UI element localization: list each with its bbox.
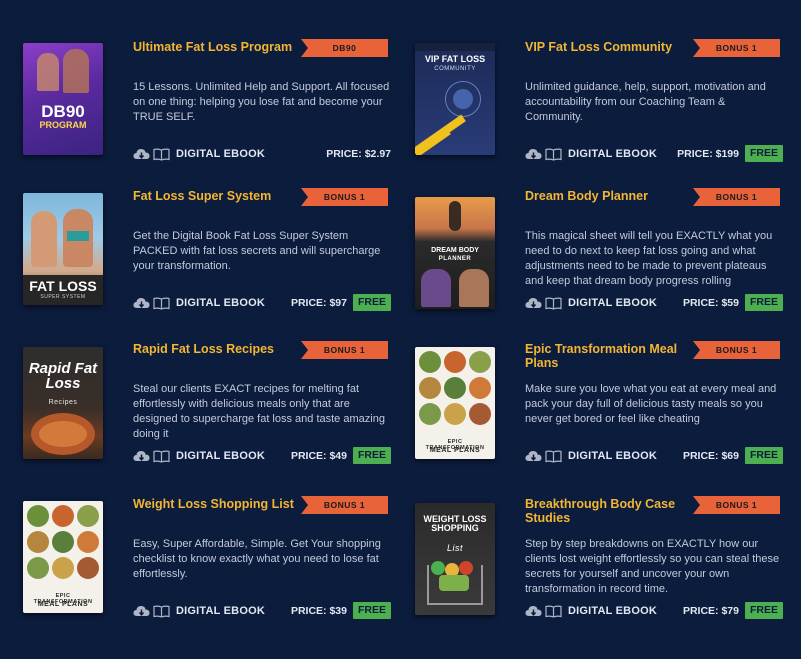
digital-ebook-label: DIGITAL EBOOK (568, 297, 657, 309)
product-description: Steal our clients EXACT recipes for melt… (133, 383, 385, 440)
tag-ribbon: BONUS 1 (301, 341, 388, 359)
book-icon (545, 450, 562, 463)
price-label: PRICE: $59 (682, 297, 739, 309)
digital-ebook-label: DIGITAL EBOOK (568, 450, 657, 462)
product-card[interactable]: EPIC TRANSFORMATION MEAL PLANS Epic Tran… (415, 341, 785, 477)
product-description: Make sure you love what you eat at every… (525, 383, 777, 425)
product-title[interactable]: Breakthrough Body Case Studies (525, 497, 693, 525)
digital-ebook-label: DIGITAL EBOOK (176, 297, 265, 309)
cover-title: WEIGHT LOSS SHOPPING (423, 514, 487, 533)
cloud-download-icon[interactable] (525, 605, 542, 618)
product-description: Get the Digital Book Fat Loss Super Syst… (133, 230, 381, 272)
product-description: Easy, Super Affordable, Simple. Get Your… (133, 538, 381, 580)
price-label: PRICE: $97 (290, 297, 347, 309)
tag-ribbon: DB90 (301, 39, 388, 57)
digital-ebook-label: DIGITAL EBOOK (568, 605, 657, 617)
ebook-cover-image[interactable]: EPIC TRANSFORMATION MEAL PLANS (23, 501, 103, 613)
cloud-download-icon[interactable] (133, 148, 150, 161)
free-badge: FREE (745, 602, 783, 619)
product-title[interactable]: Epic Transformation Meal Plans (525, 342, 693, 370)
product-card[interactable]: FAT LOSS SUPER SYSTEM Fat Loss Super Sys… (23, 188, 393, 324)
digital-ebook-label: DIGITAL EBOOK (176, 450, 265, 462)
book-icon (153, 148, 170, 161)
ebook-cover-image[interactable]: Rapid Fat Loss Recipes (23, 347, 103, 459)
cover-subtitle: SUPER SYSTEM (40, 294, 86, 300)
price-label: PRICE: $79 (682, 605, 739, 617)
product-card[interactable]: DB90 PROGRAM Ultimate Fat Loss Program D… (23, 39, 393, 175)
cover-title: DB90 (41, 102, 85, 121)
book-icon (153, 297, 170, 310)
tag-ribbon: BONUS 1 (301, 188, 388, 206)
product-description: Step by step breakdowns on EXACTLY how o… (525, 538, 780, 595)
digital-ebook-label: DIGITAL EBOOK (176, 605, 265, 617)
price-label: PRICE: $49 (290, 450, 347, 462)
cover-title: DREAM BODY (431, 247, 479, 254)
cover-subtitle: PROGRAM (39, 120, 87, 130)
product-description: This magical sheet will tell you EXACTLY… (525, 230, 773, 287)
cloud-download-icon[interactable] (525, 148, 542, 161)
product-title[interactable]: Weight Loss Shopping List (133, 497, 301, 511)
cover-subtitle: Recipes (48, 399, 78, 406)
cloud-download-icon[interactable] (525, 450, 542, 463)
ebook-cover-image[interactable]: FAT LOSS SUPER SYSTEM (23, 193, 103, 305)
product-card[interactable]: VIP FAT LOSS COMMUNITY VIP Fat Loss Comm… (415, 39, 785, 175)
book-icon (153, 605, 170, 618)
free-badge: FREE (745, 447, 783, 464)
product-description: 15 Lessons. Unlimited Help and Support. … (133, 81, 390, 123)
tag-ribbon: BONUS 1 (301, 496, 388, 514)
cover-subtitle: PLANNER (438, 256, 472, 262)
price-label: PRICE: $199 (677, 148, 739, 160)
cloud-download-icon[interactable] (133, 450, 150, 463)
cover-title: Rapid Fat Loss (28, 360, 98, 392)
ebook-cover-image[interactable]: EPIC TRANSFORMATION MEAL PLANS (415, 347, 495, 459)
ebook-cover-image[interactable]: WEIGHT LOSS SHOPPING List (415, 503, 495, 615)
tag-ribbon: BONUS 1 (693, 496, 780, 514)
tag-ribbon: BONUS 1 (693, 39, 780, 57)
free-badge: FREE (353, 602, 391, 619)
price-label: PRICE: $2.97 (326, 148, 391, 160)
product-card[interactable]: DREAM BODY PLANNER Dream Body Planner BO… (415, 188, 785, 324)
book-icon (545, 605, 562, 618)
free-badge: FREE (745, 145, 783, 162)
product-title[interactable]: Rapid Fat Loss Recipes (133, 342, 301, 356)
book-icon (545, 148, 562, 161)
book-icon (153, 450, 170, 463)
price-label: PRICE: $69 (682, 450, 739, 462)
cover-title: VIP FAT LOSS (424, 54, 486, 64)
cloud-download-icon[interactable] (133, 605, 150, 618)
product-card[interactable]: Rapid Fat Loss Recipes Rapid Fat Loss Re… (23, 341, 393, 477)
book-icon (545, 297, 562, 310)
free-badge: FREE (745, 294, 783, 311)
price-label: PRICE: $39 (290, 605, 347, 617)
ebook-cover-image[interactable]: DREAM BODY PLANNER (415, 197, 495, 309)
product-description: Unlimited guidance, help, support, motiv… (525, 81, 766, 123)
cover-subtitle: MEAL PLANS (37, 601, 89, 608)
cover-title: FAT LOSS (29, 278, 97, 294)
free-badge: FREE (353, 447, 391, 464)
cloud-download-icon[interactable] (133, 297, 150, 310)
product-card[interactable]: EPIC TRANSFORMATION MEAL PLANS Weight Lo… (23, 496, 393, 632)
tag-ribbon: BONUS 1 (693, 188, 780, 206)
product-title[interactable]: Ultimate Fat Loss Program (133, 40, 301, 54)
ebook-cover-image[interactable]: DB90 PROGRAM (23, 43, 103, 155)
digital-ebook-label: DIGITAL EBOOK (176, 148, 265, 160)
product-title[interactable]: Dream Body Planner (525, 189, 693, 203)
cover-subtitle: MEAL PLANS (429, 447, 481, 454)
product-title[interactable]: Fat Loss Super System (133, 189, 301, 203)
cover-subtitle: List (446, 543, 463, 553)
ebook-cover-image[interactable]: VIP FAT LOSS COMMUNITY (415, 43, 495, 155)
free-badge: FREE (353, 294, 391, 311)
cloud-download-icon[interactable] (525, 297, 542, 310)
product-card[interactable]: WEIGHT LOSS SHOPPING List Breakthrough B… (415, 496, 785, 632)
product-title[interactable]: VIP Fat Loss Community (525, 40, 693, 54)
cover-subtitle: COMMUNITY (434, 66, 476, 72)
digital-ebook-label: DIGITAL EBOOK (568, 148, 657, 160)
tag-ribbon: BONUS 1 (693, 341, 780, 359)
